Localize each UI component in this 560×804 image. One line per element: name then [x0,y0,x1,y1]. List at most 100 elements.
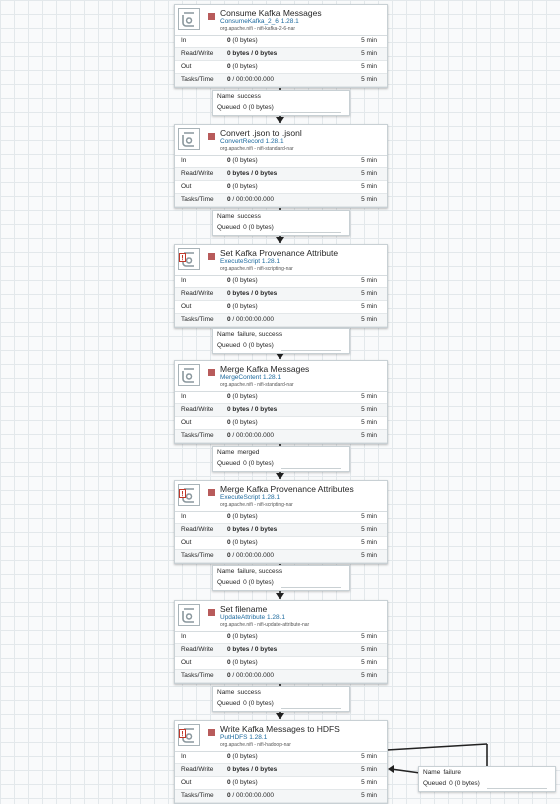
stat-window: 5 min [361,646,377,653]
stat-window: 5 min [361,513,377,520]
stat-label: Read/Write [181,766,214,773]
connection-queued-row: Queued 0 (0 bytes) [217,579,274,586]
connection-label-6[interactable]: Name success Queued 0 (0 bytes) [212,686,350,712]
connection-label-3[interactable]: Name failure, success Queued 0 (0 bytes) [212,328,350,354]
stat-window: 5 min [361,157,377,164]
connection-arrow-1 [276,117,284,123]
stopped-state-icon[interactable] [208,609,215,616]
queue-progress-bar [487,788,547,789]
processor-type: ConsumeKafka_2_6 1.28.1 [220,18,299,25]
stat-label: Read/Write [181,646,214,653]
stopped-state-icon[interactable] [208,253,215,260]
stat-window: 5 min [361,552,377,559]
connection-name-row: Name merged [217,449,259,456]
flow-canvas[interactable]: Consume Kafka Messages ConsumeKafka_2_6 1… [0,0,560,804]
failure-loop-arrow [388,765,394,773]
processor-bundle: org.apache.nifi - nifi-kafka-2-6-nar [220,26,296,32]
stat-label: Tasks/Time [181,316,214,323]
stat-label: Tasks/Time [181,552,214,559]
queue-progress-bar [281,587,341,588]
warning-icon[interactable] [179,249,186,262]
processor-5[interactable]: Merge Kafka Provenance Attributes Execute… [174,480,388,564]
connection-name-row: Name success [217,93,261,100]
stat-row-in: In 0 (0 bytes) 5 min [175,391,387,404]
connection-arrow-6 [276,713,284,719]
stat-value: 0 (0 bytes) [227,753,258,760]
connection-name: success [237,689,261,696]
stat-label: Out [181,63,192,70]
connection-name-row: Name success [217,213,261,220]
stat-label: In [181,753,187,760]
connection-label-7[interactable]: Name failure Queued 0 (0 bytes) [418,766,556,792]
stat-value: 0 (0 bytes) [227,539,258,546]
connection-label-5[interactable]: Name failure, success Queued 0 (0 bytes) [212,565,350,591]
stat-row-read-write: Read/Write 0 bytes / 0 bytes 5 min [175,48,387,61]
stat-value: 0 (0 bytes) [227,157,258,164]
stat-label: In [181,513,187,520]
processor-bundle: org.apache.nifi - nifi-scripting-nar [220,502,293,508]
stat-row-out: Out 0 (0 bytes) 5 min [175,61,387,74]
stat-row-read-write: Read/Write 0 bytes / 0 bytes 5 min [175,764,387,777]
stat-row-in: In 0 (0 bytes) 5 min [175,275,387,288]
connection-queued: 0 (0 bytes) [243,700,274,707]
stat-row-out: Out 0 (0 bytes) 5 min [175,301,387,314]
connection-queued: 0 (0 bytes) [243,579,274,586]
stopped-state-icon[interactable] [208,369,215,376]
stat-row-in: In 0 (0 bytes) 5 min [175,631,387,644]
processor-1[interactable]: Consume Kafka Messages ConsumeKafka_2_6 1… [174,4,388,88]
processor-header: Set filename UpdateAttribute 1.28.1 org.ap… [175,601,387,632]
processor-7[interactable]: Write Kafka Messages to HDFS PutHDFS 1.28… [174,720,388,804]
stat-window: 5 min [361,406,377,413]
connection-label-4[interactable]: Name merged Queued 0 (0 bytes) [212,446,350,472]
warning-icon[interactable] [179,725,186,738]
queue-progress-bar [281,708,341,709]
stat-window: 5 min [361,672,377,679]
warning-icon[interactable] [179,485,186,498]
stat-label: Tasks/Time [181,432,214,439]
stat-window: 5 min [361,63,377,70]
stat-row-read-write: Read/Write 0 bytes / 0 bytes 5 min [175,168,387,181]
stat-label: Read/Write [181,406,214,413]
connection-queued-row: Queued 0 (0 bytes) [217,460,274,467]
connection-queued-row: Queued 0 (0 bytes) [217,224,274,231]
stat-label: Read/Write [181,290,214,297]
processor-2[interactable]: Convert .json to .jsonl ConvertRecord 1.2… [174,124,388,208]
stat-value: 0 bytes / 0 bytes [227,170,278,177]
stat-label: In [181,157,187,164]
processor-type: ExecuteScript 1.28.1 [220,494,280,501]
connection-label-1[interactable]: Name success Queued 0 (0 bytes) [212,90,350,116]
stat-value: 0 / 00:00:00.000 [227,432,274,439]
connection-name-row: Name failure, success [217,568,282,575]
processor-type: UpdateAttribute 1.28.1 [220,614,286,621]
connection-name-label: Name [217,213,235,220]
processor-header: Write Kafka Messages to HDFS PutHDFS 1.28… [175,721,387,752]
connection-queued-row: Queued 0 (0 bytes) [423,780,480,787]
connection-label-2[interactable]: Name success Queued 0 (0 bytes) [212,210,350,236]
stopped-state-icon[interactable] [208,133,215,140]
processor-bundle: org.apache.nifi - nifi-update-attribute-… [220,622,310,628]
stopped-state-icon[interactable] [208,729,215,736]
processor-header: Merge Kafka Messages MergeContent 1.28.1 o… [175,361,387,392]
stat-window: 5 min [361,766,377,773]
processor-6[interactable]: Set filename UpdateAttribute 1.28.1 org.ap… [174,600,388,684]
connection-queued-label: Queued [217,104,241,111]
failure-loop-line-a [386,743,488,751]
stat-row-read-write: Read/Write 0 bytes / 0 bytes 5 min [175,404,387,417]
processor-bundle: org.apache.nifi - nifi-hadoop-nar [220,742,291,748]
stopped-state-icon[interactable] [208,13,215,20]
connection-queued-row: Queued 0 (0 bytes) [217,342,274,349]
processor-3[interactable]: Set Kafka Provenance Attribute ExecuteScr… [174,244,388,328]
stat-label: In [181,37,187,44]
stat-label: Out [181,659,192,666]
connection-arrow-4 [276,473,284,479]
stat-row-tasks-time: Tasks/Time 0 / 00:00:00.000 5 min [175,194,387,207]
processor-name: Set Kafka Provenance Attribute [220,248,339,258]
stopped-state-icon[interactable] [208,489,215,496]
stat-label: Tasks/Time [181,792,214,799]
stat-row-tasks-time: Tasks/Time 0 / 00:00:00.000 5 min [175,790,387,803]
processor-name: Convert .json to .jsonl [220,128,302,138]
connection-queued-label: Queued [217,579,241,586]
stat-window: 5 min [361,316,377,323]
processor-4[interactable]: Merge Kafka Messages MergeContent 1.28.1 o… [174,360,388,444]
connection-name-label: Name [217,689,235,696]
